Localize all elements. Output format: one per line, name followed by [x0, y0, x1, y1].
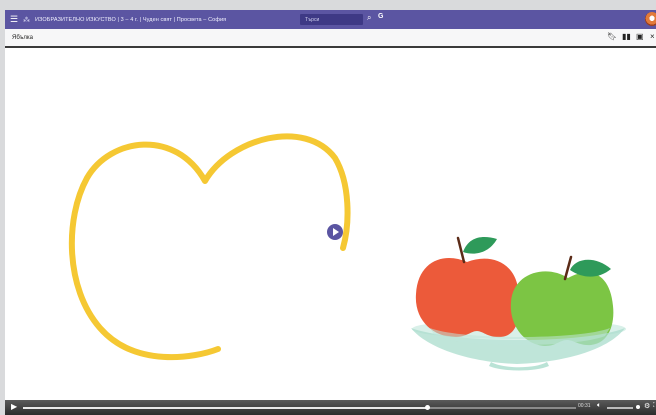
- breadcrumb: ИЗОБРАЗИТЕЛНО ИЗКУСТВО | 3 – 4 г. | Чуде…: [35, 16, 227, 23]
- search-placeholder: Търси: [305, 16, 320, 23]
- time-display: 00:31: [578, 403, 591, 409]
- drawing-stroke: [68, 133, 351, 361]
- volume-knob[interactable]: [636, 405, 640, 409]
- page-title: Ябълка: [12, 34, 33, 41]
- g-icon[interactable]: G: [378, 13, 383, 20]
- progress-fill: [23, 407, 427, 409]
- book-icon[interactable]: ▮▮: [622, 32, 631, 41]
- red-apple: [415, 236, 520, 338]
- volume-slider[interactable]: [607, 407, 633, 409]
- video-content[interactable]: [5, 48, 656, 400]
- search-icon[interactable]: ⌕: [367, 13, 371, 23]
- close-icon[interactable]: ×: [650, 32, 655, 41]
- progress-knob[interactable]: [424, 405, 430, 410]
- avatar[interactable]: [645, 12, 656, 26]
- bookmark-icon[interactable]: 🔖︎: [607, 32, 617, 41]
- search-input[interactable]: Търси: [300, 14, 363, 25]
- screen-frame: ☰ ⁂ ИЗОБРАЗИТЕЛНО ИЗКУСТВО | 3 – 4 г. | …: [0, 0, 656, 415]
- video-frame-illustration: [68, 133, 626, 371]
- video-controls-bar: ▶ 00:31 🔈︎ ⚙ ⛶: [5, 400, 656, 415]
- window-icon[interactable]: ▣: [636, 32, 644, 41]
- play-button[interactable]: [327, 224, 343, 240]
- top-navigation-bar: ☰ ⁂ ИЗОБРАЗИТЕЛНО ИЗКУСТВО | 3 – 4 г. | …: [5, 10, 656, 29]
- publisher-logo[interactable]: ⁂: [23, 16, 30, 24]
- page-toolbar: Ябълка 🔖︎ ▮▮ ▣ ×: [5, 29, 656, 48]
- progress-bar[interactable]: [23, 405, 576, 410]
- hamburger-menu-icon[interactable]: ☰: [8, 10, 20, 29]
- play-icon[interactable]: ▶: [11, 402, 17, 411]
- gear-icon[interactable]: ⚙: [644, 402, 650, 410]
- volume-icon[interactable]: 🔈︎: [597, 402, 601, 410]
